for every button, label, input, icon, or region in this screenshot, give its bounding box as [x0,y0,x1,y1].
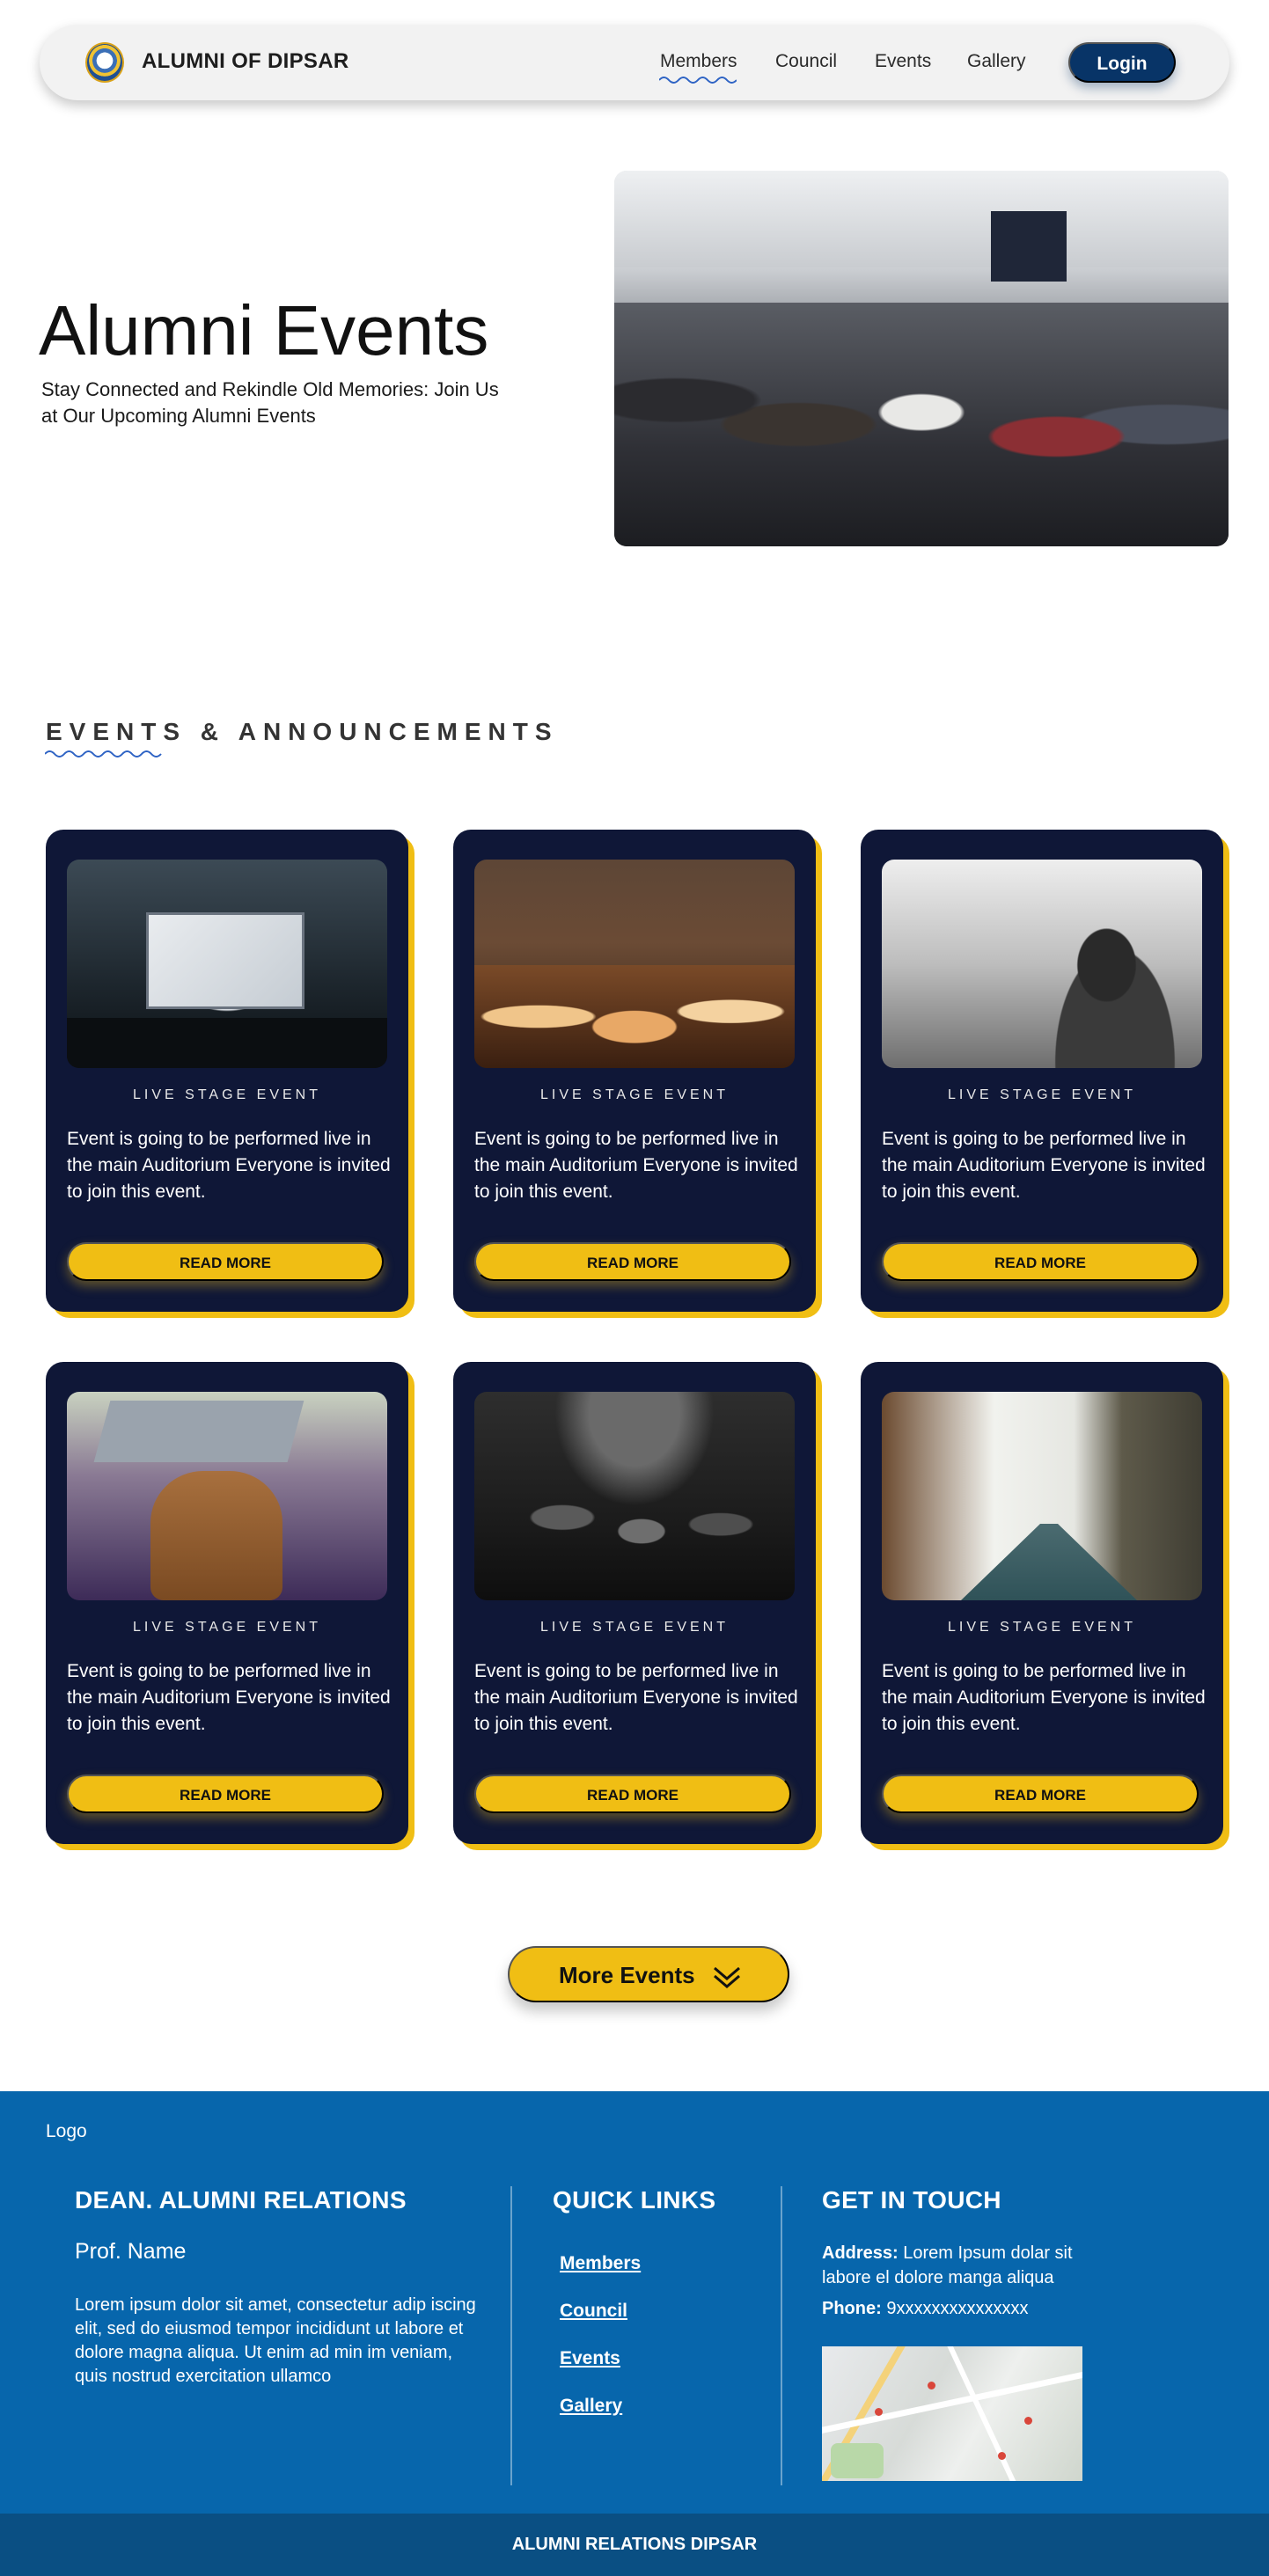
nav-link-members[interactable]: Members [660,51,737,72]
double-chevron-down-icon [714,1966,740,1988]
footer-link-gallery[interactable]: Gallery [560,2396,622,2417]
hero-subtitle: Stay Connected and Rekindle Old Memories… [41,378,499,427]
address-label: Address: [822,2243,899,2263]
event-card: LIVE STAGE EVENT Event is going to be pe… [46,1362,408,1844]
site-brand[interactable]: ALUMNI OF DIPSAR [142,49,348,74]
phone-label: Phone: [822,2299,882,2318]
nav-link-council[interactable]: Council [775,51,837,72]
nav-link-gallery[interactable]: Gallery [967,51,1026,72]
read-more-button[interactable]: READ MORE [474,1242,791,1281]
footer-divider [510,2186,512,2485]
footer-phone: Phone: 9xxxxxxxxxxxxxxx [822,2299,1028,2319]
footer-dean-name: Prof. Name [75,2239,187,2264]
section-heading-underline [45,750,162,757]
event-card-kicker: LIVE STAGE EVENT [948,1620,1136,1635]
footer-link-members[interactable]: Members [560,2253,641,2274]
footer-logo[interactable]: Logo [46,2121,87,2142]
event-card: LIVE STAGE EVENT Event is going to be pe… [453,830,816,1312]
more-events-label: More Events [559,1962,695,1988]
event-card: LIVE STAGE EVENT Event is going to be pe… [46,830,408,1312]
event-card-kicker: LIVE STAGE EVENT [540,1087,729,1102]
event-card-image-graduation[interactable] [67,1392,387,1600]
event-card-image-crowd-dark[interactable] [474,1392,795,1600]
read-more-button[interactable]: READ MORE [882,1242,1199,1281]
event-card-text: Event is going to be performed live in t… [474,1661,798,1734]
phone-value: 9xxxxxxxxxxxxxxx [886,2299,1029,2318]
footer-contact-title: GET IN TOUCH [822,2186,1001,2214]
hero-title: Alumni Events [39,291,489,370]
active-link-underline [659,77,737,84]
top-navbar: ALUMNI OF DIPSAR Members Council Events … [40,25,1229,100]
event-card-text: Event is going to be performed live in t… [882,1661,1206,1734]
map-pin-icon [998,2452,1006,2460]
footer-address: Address: Lorem Ipsum dolar sit labore el… [822,2241,1095,2290]
read-more-button[interactable]: READ MORE [474,1775,791,1813]
read-more-button[interactable]: READ MORE [67,1775,384,1813]
event-card: LIVE STAGE EVENT Event is going to be pe… [861,1362,1223,1844]
footer-quick-links-title: QUICK LINKS [553,2186,716,2214]
map-pin-icon [875,2408,883,2416]
event-card: LIVE STAGE EVENT Event is going to be pe… [453,1362,816,1844]
map-pin-icon [928,2382,935,2389]
hero-image-audience [614,171,1229,546]
college-emblem-icon[interactable] [85,42,124,83]
footer-link-council[interactable]: Council [560,2301,627,2322]
event-card-text: Event is going to be performed live in t… [67,1129,391,1202]
login-button[interactable]: Login [1068,42,1176,83]
event-card-image-stage[interactable] [67,860,387,1068]
footer-bottom-bar: ALUMNI RELATIONS DIPSAR [0,2514,1269,2576]
read-more-button[interactable]: READ MORE [67,1242,384,1281]
event-card: LIVE STAGE EVENT Event is going to be pe… [861,830,1223,1312]
footer-map[interactable] [822,2346,1082,2481]
footer-divider [781,2186,782,2485]
event-card-image-hallway[interactable] [882,1392,1202,1600]
event-card-image-concert[interactable] [474,860,795,1068]
more-events-button[interactable]: More Events [508,1946,789,2002]
event-card-kicker: LIVE STAGE EVENT [133,1620,321,1635]
map-pin-icon [1024,2417,1032,2425]
footer-dean-text: Lorem ipsum dolor sit amet, consectetur … [75,2295,476,2386]
footer-dean-title: DEAN. ALUMNI RELATIONS [75,2186,407,2214]
event-card-kicker: LIVE STAGE EVENT [948,1087,1136,1102]
event-card-kicker: LIVE STAGE EVENT [540,1620,729,1635]
event-card-text: Event is going to be performed live in t… [474,1129,798,1202]
footer-link-events[interactable]: Events [560,2348,620,2369]
site-footer: Logo DEAN. ALUMNI RELATIONS Prof. Name L… [0,2091,1269,2514]
hero-image-crowd [614,303,1229,546]
hero-image-screen [991,211,1067,282]
event-card-kicker: LIVE STAGE EVENT [133,1087,321,1102]
hero-image-ceiling [614,171,1229,267]
event-card-image-raised-hand[interactable] [882,860,1202,1068]
read-more-button[interactable]: READ MORE [882,1775,1199,1813]
events-section-heading: EVENTS & ANNOUNCEMENTS [46,718,559,745]
event-card-text: Event is going to be performed live in t… [67,1661,391,1734]
event-card-text: Event is going to be performed live in t… [882,1129,1206,1202]
nav-link-events[interactable]: Events [875,51,931,72]
